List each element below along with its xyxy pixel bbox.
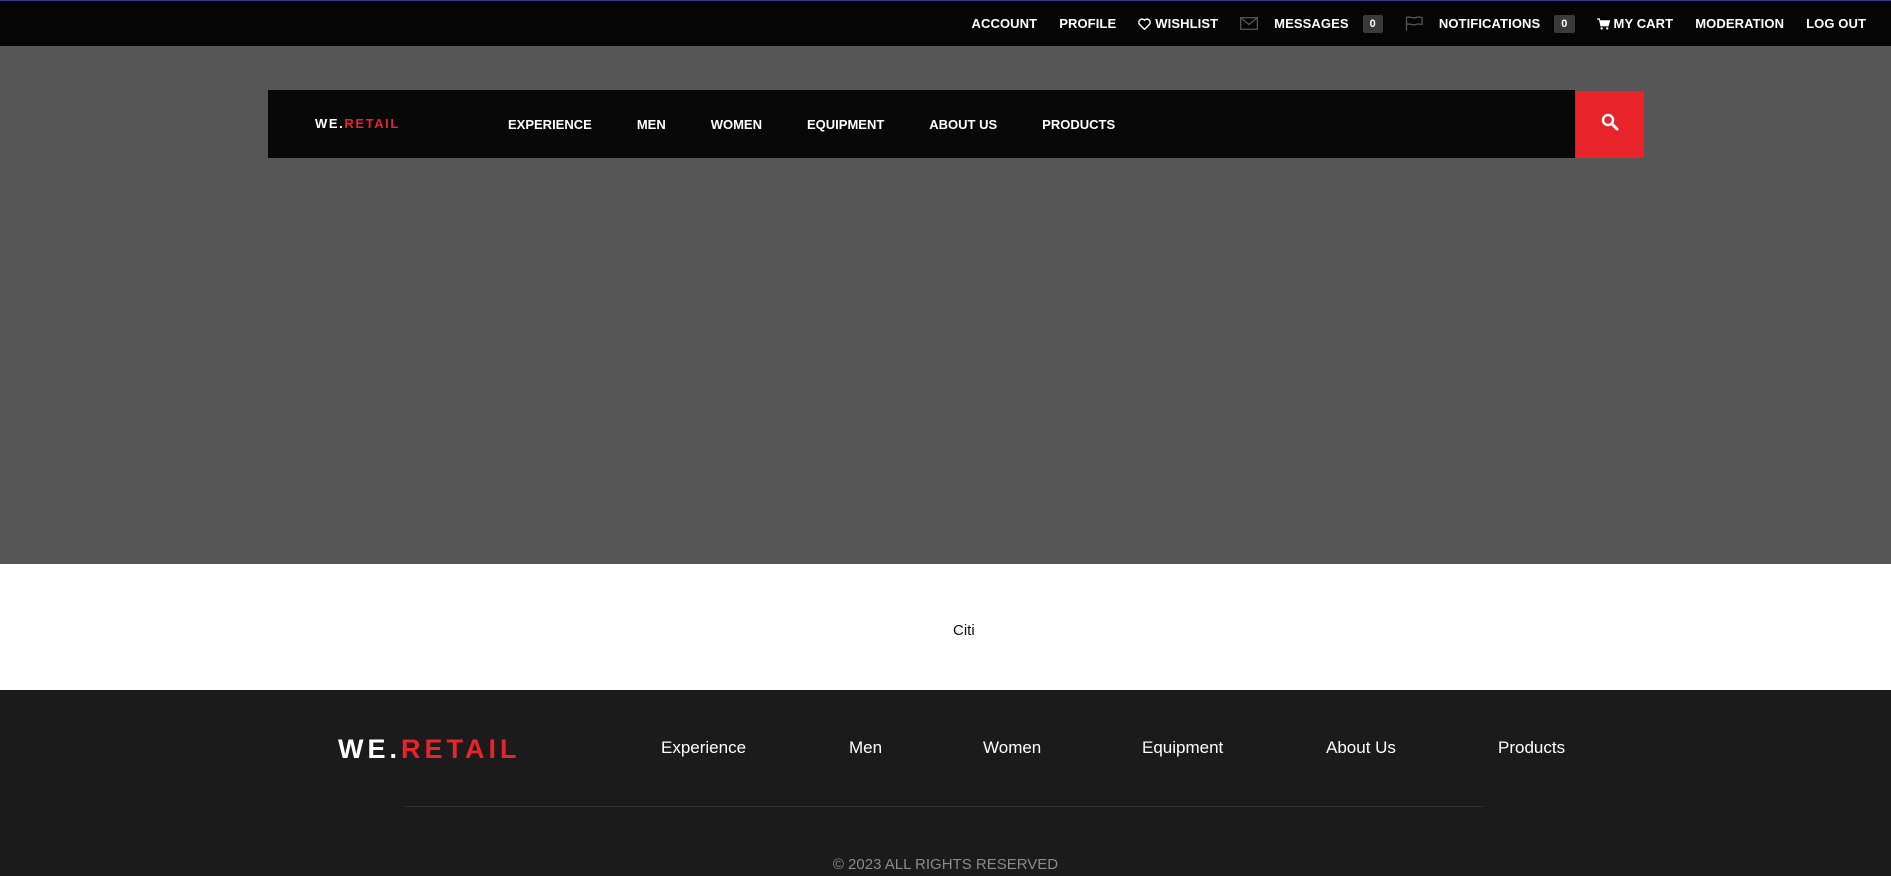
utility-nav: ACCOUNT PROFILE WISHLIST MESSAGES 0 NOTI…	[949, 1, 1866, 46]
footer-item-women[interactable]: Women	[983, 738, 1041, 758]
nav-item-equipment[interactable]: EQUIPMENT	[807, 117, 884, 132]
nav-item-products[interactable]: PRODUCTS	[1042, 117, 1115, 132]
envelope-icon	[1240, 17, 1259, 30]
logo-suffix: RETAIL	[344, 116, 400, 131]
footer-divider	[404, 806, 1484, 807]
wishlist-label: WISHLIST	[1155, 16, 1219, 31]
top-utility-bar: ACCOUNT PROFILE WISHLIST MESSAGES 0 NOTI…	[0, 0, 1891, 46]
messages-label: MESSAGES	[1274, 16, 1349, 31]
flag-icon	[1405, 16, 1423, 31]
nav-item-about-us[interactable]: ABOUT US	[929, 117, 997, 132]
footer-item-experience[interactable]: Experience	[661, 738, 746, 758]
footer-item-equipment[interactable]: Equipment	[1142, 738, 1223, 758]
nav-menu: EXPERIENCE MEN WOMEN EQUIPMENT ABOUT US …	[508, 90, 1160, 158]
notifications-count-badge: 0	[1554, 14, 1575, 33]
moderation-link[interactable]: MODERATION	[1695, 16, 1784, 31]
header-logo[interactable]: WE.RETAIL	[315, 116, 400, 131]
messages-count-badge: 0	[1362, 14, 1383, 33]
content-text: Citi	[953, 622, 975, 639]
footer-nav: Experience Men Women Equipment About Us …	[0, 738, 1891, 762]
footer-item-about-us[interactable]: About Us	[1326, 738, 1396, 758]
search-button[interactable]	[1576, 91, 1644, 158]
nav-item-women[interactable]: WOMEN	[711, 117, 762, 132]
main-navigation: WE.RETAIL EXPERIENCE MEN WOMEN EQUIPMENT…	[268, 90, 1575, 158]
account-link[interactable]: ACCOUNT	[971, 16, 1037, 31]
messages-link[interactable]: MESSAGES 0	[1240, 14, 1383, 33]
notifications-link[interactable]: NOTIFICATIONS 0	[1405, 14, 1575, 33]
wishlist-link[interactable]: WISHLIST	[1138, 16, 1218, 31]
notifications-label: NOTIFICATIONS	[1438, 16, 1541, 31]
profile-link[interactable]: PROFILE	[1059, 16, 1116, 31]
logout-link[interactable]: LOG OUT	[1806, 16, 1866, 31]
content-section: Citi	[0, 564, 1891, 690]
footer-item-products[interactable]: Products	[1498, 738, 1565, 758]
footer: WE.RETAIL Experience Men Women Equipment…	[0, 690, 1891, 876]
cart-label: MY CART	[1613, 16, 1674, 31]
heart-icon	[1138, 17, 1152, 30]
cart-link[interactable]: MY CART	[1596, 16, 1674, 31]
copyright-text: © 2023 ALL RIGHTS RESERVED	[832, 856, 1059, 873]
nav-item-men[interactable]: MEN	[637, 117, 666, 132]
nav-item-experience[interactable]: EXPERIENCE	[508, 117, 592, 132]
footer-item-men[interactable]: Men	[849, 738, 882, 758]
logo-prefix: WE.	[315, 116, 345, 131]
search-icon	[1601, 113, 1619, 136]
cart-icon	[1596, 17, 1610, 30]
